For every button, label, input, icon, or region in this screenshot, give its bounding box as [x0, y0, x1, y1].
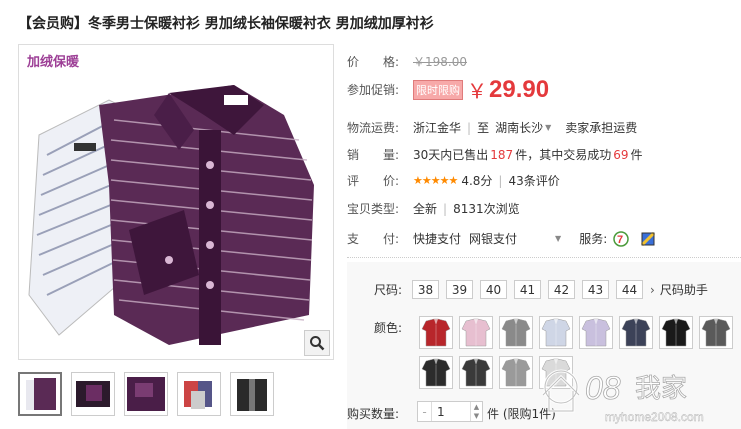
- rating-label: 评 价:: [347, 174, 400, 188]
- condition-value: 全新: [413, 202, 438, 216]
- color-swatch[interactable]: [499, 316, 533, 349]
- site-watermark-logo: 08 我家 myhome2008.com: [541, 369, 704, 424]
- image-tag: 加绒保暖: [27, 55, 80, 70]
- size-help-link[interactable]: 尺码助手: [660, 281, 708, 298]
- shirt-image: [28, 85, 314, 345]
- size-option[interactable]: 40: [480, 280, 508, 299]
- size-option[interactable]: 39: [446, 280, 474, 299]
- thumbnail-strip: [18, 372, 274, 416]
- star-rating-icon: ★★★★★: [413, 174, 458, 187]
- color-swatch[interactable]: [619, 316, 653, 349]
- thumbnail-3[interactable]: [124, 372, 168, 416]
- size-option[interactable]: 42: [548, 280, 576, 299]
- quantity-input[interactable]: 1: [432, 402, 470, 421]
- current-price: 29.90: [489, 75, 550, 103]
- divider: [347, 257, 741, 258]
- ship-to-word: 至: [477, 121, 490, 135]
- magnifier-icon: [310, 336, 325, 351]
- payment-row: 支 付: 快捷支付 网银支付 ▼ 服务: 7: [347, 230, 656, 247]
- sales-success: 69: [613, 147, 629, 162]
- color-swatch[interactable]: [459, 316, 493, 349]
- promo-label: 参加促销:: [347, 83, 400, 97]
- payment-label: 支 付:: [347, 232, 400, 246]
- payment-dropdown-icon[interactable]: ▼: [555, 234, 561, 243]
- svg-text:08: 08: [585, 370, 621, 406]
- rating-row: 评 价: ★★★★★ 4.8分 | 43条评价: [347, 172, 560, 189]
- shipping-separator: |: [467, 120, 472, 135]
- color-swatch[interactable]: [699, 316, 733, 349]
- shipping-note: 卖家承担运费: [565, 121, 638, 135]
- chevron-right-icon: ›: [650, 282, 655, 297]
- price-label: 价 格:: [347, 55, 400, 69]
- size-option[interactable]: 43: [582, 280, 610, 299]
- rating-separator: |: [498, 173, 503, 188]
- sales-label: 销 量:: [347, 148, 400, 162]
- sales-mid: 件，其中交易成功: [515, 148, 612, 162]
- payment-method-2: 网银支付: [469, 232, 518, 246]
- rating-score: 4.8分: [461, 174, 493, 188]
- product-title: 【会员购】冬季男士保暖衬衫 男加绒长袖保暖衬衣 男加绒加厚衬衫: [18, 16, 434, 32]
- color-swatch[interactable]: [579, 316, 613, 349]
- color-swatch[interactable]: [539, 316, 573, 349]
- condition-row: 宝贝类型: 全新 | 8131次浏览: [347, 200, 520, 217]
- color-swatch[interactable]: [659, 316, 693, 349]
- shipping-row: 物流运费: 浙江金华 | 至 湖南长沙 ▼ 卖家承担运费: [347, 119, 637, 136]
- size-option[interactable]: 44: [616, 280, 644, 299]
- price-row: 价 格: ￥198.00: [347, 53, 467, 70]
- minus-button[interactable]: -: [418, 402, 432, 421]
- quantity-label: 购买数量:: [347, 407, 400, 421]
- currency-symbol: ￥: [467, 79, 487, 103]
- color-swatch[interactable]: [419, 356, 453, 389]
- ship-to-select[interactable]: 湖南长沙: [495, 119, 543, 136]
- ship-from: 浙江金华: [413, 121, 462, 135]
- sales-prefix: 30天内已售出: [413, 148, 489, 162]
- color-label: 颜色:: [374, 321, 403, 335]
- seven-day-return-icon[interactable]: 7: [613, 230, 629, 247]
- size-option[interactable]: 38: [412, 280, 440, 299]
- size-row: 尺码: 38 39 40 41 42 43 44 › 尺码助手: [374, 280, 708, 299]
- view-count: 8131次浏览: [453, 202, 520, 216]
- color-swatch[interactable]: [499, 356, 533, 389]
- color-swatch[interactable]: [459, 356, 493, 389]
- chevron-down-icon[interactable]: ▼: [545, 123, 551, 132]
- spin-arrows-icon[interactable]: ▲ ▼: [470, 402, 482, 421]
- zoom-button[interactable]: [304, 330, 330, 356]
- thumbnail-5[interactable]: [230, 372, 274, 416]
- thumbnail-1[interactable]: [18, 372, 62, 416]
- sales-row: 销 量: 30天内已售出 187 件，其中交易成功 69 件: [347, 146, 643, 163]
- svg-text:7: 7: [617, 234, 623, 246]
- shipping-label: 物流运费:: [347, 121, 400, 135]
- original-price: ￥198.00: [413, 55, 467, 69]
- thumbnail-4[interactable]: [177, 372, 221, 416]
- sales-suffix: 件: [630, 148, 643, 162]
- quantity-stepper[interactable]: - 1 ▲ ▼: [417, 401, 483, 422]
- thumbnail-2[interactable]: [71, 372, 115, 416]
- service-label: 服务:: [579, 232, 608, 246]
- size-option[interactable]: 41: [514, 280, 542, 299]
- condition-separator: |: [443, 201, 448, 216]
- payment-method-1: 快捷支付: [413, 232, 462, 246]
- size-label: 尺码:: [374, 283, 403, 297]
- credit-card-icon[interactable]: [641, 231, 656, 246]
- color-swatch[interactable]: [419, 316, 453, 349]
- promo-badge: 限时限购: [413, 79, 463, 100]
- promo-row: 参加促销: 限时限购 ￥ 29.90: [347, 75, 549, 104]
- condition-label: 宝贝类型:: [347, 202, 400, 216]
- main-product-image[interactable]: 加绒保暖: [18, 44, 334, 360]
- review-count-link[interactable]: 43条评价: [508, 172, 559, 189]
- svg-text:myhome2008.com: myhome2008.com: [605, 410, 704, 424]
- sales-count: 187: [490, 147, 514, 162]
- svg-text:我家: 我家: [635, 374, 687, 404]
